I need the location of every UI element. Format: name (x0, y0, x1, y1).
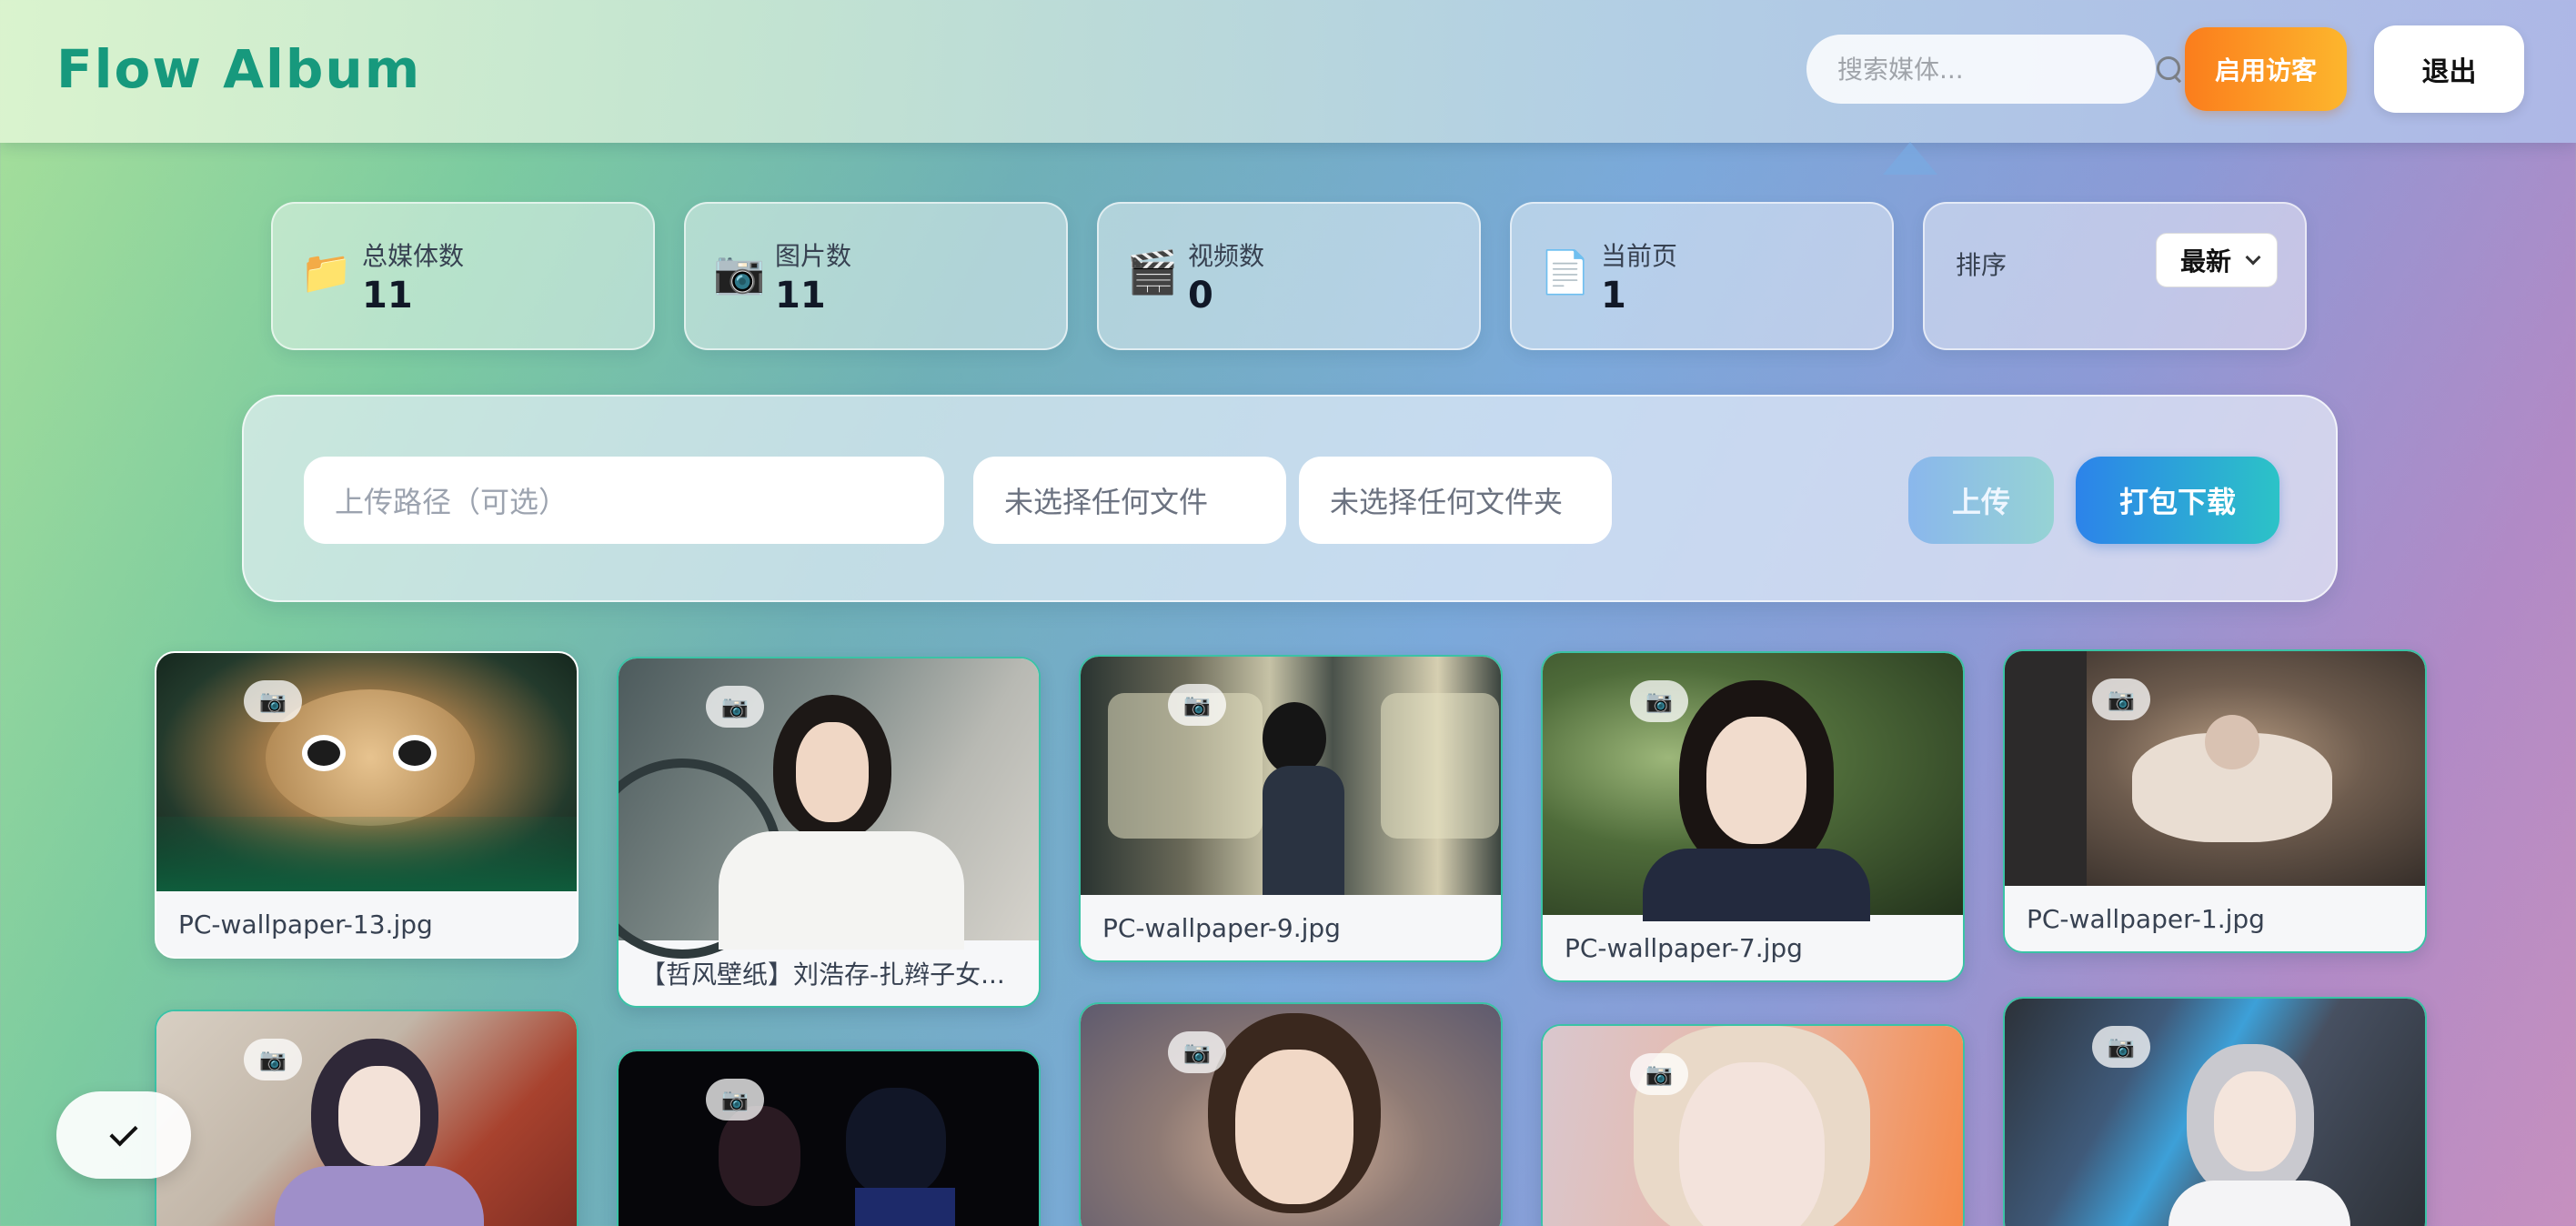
media-thumbnail[interactable]: 📷 (1543, 1026, 1963, 1226)
sort-label: 排序 (1956, 250, 2007, 280)
media-thumbnail[interactable]: 📷 (156, 653, 577, 891)
media-card[interactable]: 📷 (2003, 997, 2427, 1226)
camera-icon: 📷 (706, 1079, 764, 1120)
sort-card: 排序 最新 (1923, 202, 2307, 350)
camera-icon: 📷 (1168, 1031, 1226, 1073)
media-thumbnail[interactable]: 📷 (1081, 1004, 1501, 1226)
media-card[interactable]: 📷 【哲风壁纸】刘浩存-扎辫子女... (617, 657, 1041, 1008)
camera-icon: 📷 (2092, 1026, 2150, 1068)
stat-label: 图片数 (775, 241, 852, 271)
download-zip-button[interactable]: 打包下载 (2076, 457, 2279, 544)
stat-card-page: 📄 当前页 1 (1510, 202, 1894, 350)
sort-select[interactable]: 最新 (2156, 233, 2278, 287)
file-input[interactable]: 未选择任何文件 (973, 457, 1286, 544)
search-input[interactable] (1837, 54, 2155, 85)
page-icon: 📄 (1539, 247, 1592, 296)
stat-label: 当前页 (1601, 241, 1678, 271)
media-thumbnail[interactable]: 📷 (2005, 999, 2425, 1226)
camera-icon: 📷 (1630, 1053, 1688, 1095)
stat-value: 0 (1188, 275, 1213, 317)
logout-button[interactable]: 退出 (2374, 25, 2524, 113)
top-bar: Flow Album 启用访客 退出 (0, 0, 2576, 143)
search-box[interactable] (1806, 35, 2180, 104)
upload-panel: 上传路径（可选） 未选择任何文件 未选择任何文件夹 上传 打包下载 (242, 395, 2338, 602)
enable-guest-button[interactable]: 启用访客 (2185, 27, 2347, 111)
dropdown-caret (1883, 142, 1937, 175)
media-thumbnail[interactable]: 📷 (1081, 657, 1501, 895)
stat-label: 总媒体数 (362, 241, 465, 271)
media-thumbnail[interactable]: 📷 (619, 658, 1039, 959)
camera-icon: 📷 (244, 1039, 302, 1080)
stat-value: 11 (775, 275, 826, 317)
media-card[interactable]: 📷 PC-wallpaper-1.jpg (2003, 649, 2427, 953)
media-card[interactable]: 📷 (155, 1010, 579, 1226)
stat-label: 视频数 (1188, 241, 1265, 271)
camera-icon: 📷 (706, 686, 764, 728)
media-caption: PC-wallpaper-13.jpg (156, 891, 577, 957)
media-card[interactable]: 📷 PC-wallpaper-7.jpg (1541, 651, 1965, 982)
media-card[interactable]: 📷 (1541, 1024, 1965, 1226)
camera-icon: 📷 (244, 680, 302, 722)
media-caption: PC-wallpaper-1.jpg (2005, 886, 2425, 951)
media-card[interactable]: 📷 (1079, 1002, 1503, 1226)
chevron-down-icon (2245, 249, 2261, 266)
folder-input[interactable]: 未选择任何文件夹 (1299, 457, 1612, 544)
media-card[interactable]: 📷 PC-wallpaper-9.jpg (1079, 655, 1503, 962)
media-thumbnail[interactable]: 📷 (619, 1051, 1039, 1226)
media-caption: PC-wallpaper-7.jpg (1543, 915, 1963, 980)
media-card[interactable]: 📷 (617, 1050, 1041, 1226)
stat-value: 1 (1601, 275, 1626, 317)
upload-path-input[interactable]: 上传路径（可选） (304, 457, 944, 544)
select-mode-button[interactable] (56, 1091, 191, 1179)
folder-icon: 📁 (300, 247, 353, 296)
check-icon (109, 1118, 138, 1147)
sort-selected-value: 最新 (2180, 246, 2232, 276)
media-thumbnail[interactable]: 📷 (2005, 651, 2425, 886)
camera-icon: 📷 (2092, 678, 2150, 720)
camera-icon: 📷 (713, 247, 766, 296)
upload-button[interactable]: 上传 (1908, 457, 2054, 544)
clapper-icon: 🎬 (1126, 247, 1179, 296)
stat-card-videos: 🎬 视频数 0 (1097, 202, 1481, 350)
stat-value: 11 (362, 275, 413, 317)
media-card[interactable]: 📷 PC-wallpaper-13.jpg (155, 651, 579, 959)
camera-icon: 📷 (1630, 680, 1688, 722)
media-caption: PC-wallpaper-9.jpg (1081, 895, 1501, 960)
stat-card-total: 📁 总媒体数 11 (271, 202, 655, 350)
app-logo[interactable]: Flow Album (56, 38, 421, 100)
stat-card-images: 📷 图片数 11 (684, 202, 1068, 350)
media-thumbnail[interactable]: 📷 (1543, 653, 1963, 921)
camera-icon: 📷 (1168, 684, 1226, 726)
media-thumbnail[interactable]: 📷 (156, 1011, 577, 1226)
